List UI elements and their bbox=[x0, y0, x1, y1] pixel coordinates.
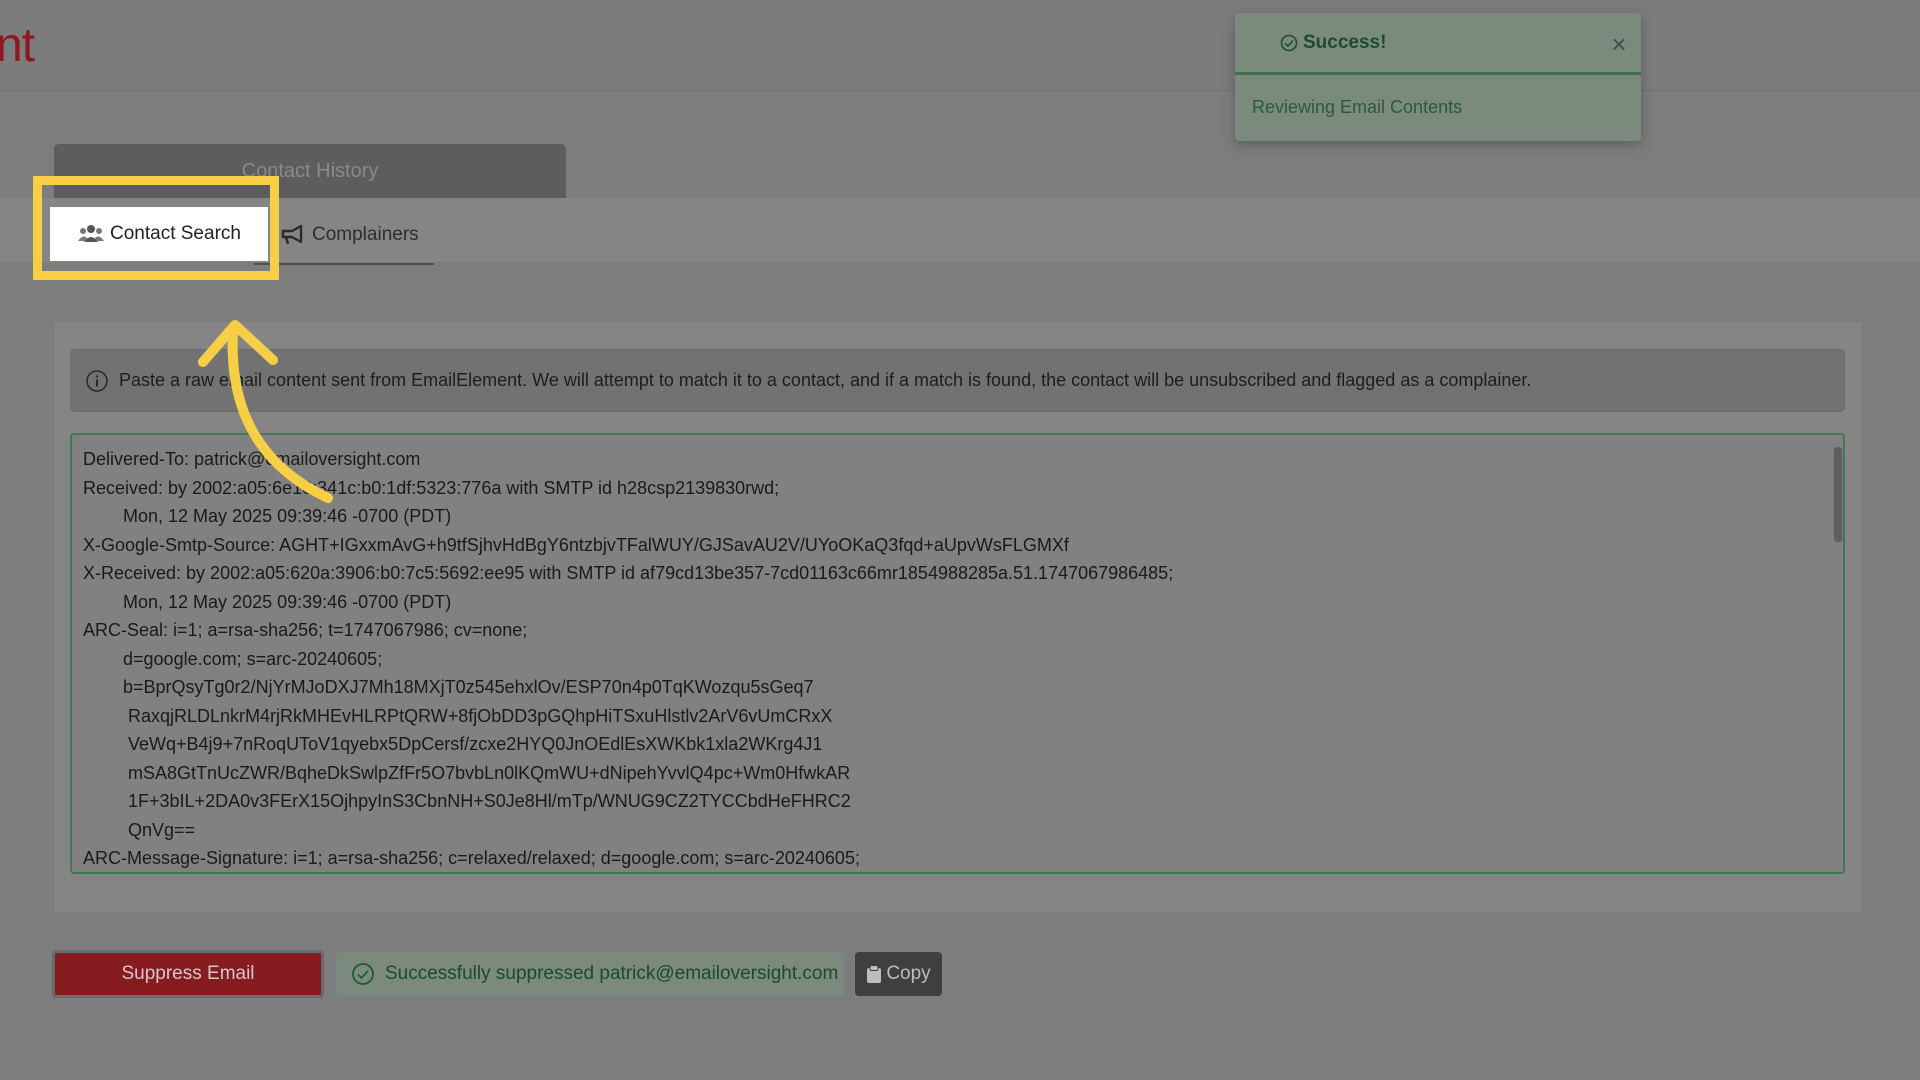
toast-header: Success! bbox=[1235, 13, 1641, 75]
info-alert: Paste a raw email content sent from Emai… bbox=[70, 349, 1845, 412]
success-message-text: Successfully suppressed patrick@emailove… bbox=[385, 963, 839, 984]
tutorial-highlight-box bbox=[33, 176, 279, 280]
raw-email-line: ARC-Seal: i=1; a=rsa-sha256; t=174706798… bbox=[83, 620, 528, 640]
raw-email-line: 1F+3bIL+2DA0v3FErX15OjhpyInS3CbnNH+S0Je8… bbox=[83, 791, 851, 811]
raw-email-line: Mon, 12 May 2025 09:39:46 -0700 (PDT) bbox=[83, 506, 452, 526]
textarea-scrollbar[interactable] bbox=[1834, 447, 1842, 542]
info-icon bbox=[86, 369, 108, 392]
toast-message: Reviewing Email Contents bbox=[1252, 97, 1463, 117]
raw-email-line: QnVg== bbox=[83, 819, 196, 840]
raw-email-line: X-Google-Smtp-Source: AGHT+IGxxmAvG+h9tf… bbox=[83, 534, 1069, 555]
raw-email-line: Received: by 2002:a05:6e18:341c:b0:1df:5… bbox=[83, 477, 780, 498]
tab-complainers[interactable]: Complainers bbox=[254, 207, 434, 265]
raw-email-line: d=google.com; s=arc-20240605; bbox=[83, 648, 383, 669]
success-message: Successfully suppressed patrick@emailove… bbox=[336, 952, 844, 996]
raw-email-textarea[interactable]: Delivered-To: patrick@emailoversight.com… bbox=[70, 433, 1845, 874]
info-alert-text: Paste a raw email content sent from Emai… bbox=[119, 370, 1532, 390]
raw-email-line: RaxqjRLDLnkrM4rjRkMHEvHLRPtQRW+8fjObDD3p… bbox=[83, 705, 833, 726]
check-circle-icon bbox=[1280, 34, 1298, 51]
brand-logo: nt bbox=[0, 19, 35, 72]
close-icon[interactable]: × bbox=[1606, 31, 1632, 57]
suppress-email-button[interactable]: Suppress Email bbox=[52, 950, 324, 998]
raw-email-line: VeWq+B4j9+7nRoqUToV1qyebx5DpCersf/zcxe2H… bbox=[83, 734, 823, 754]
megaphone-icon bbox=[281, 224, 303, 245]
raw-email-line: X-Received: by 2002:a05:620a:3906:b0:7c5… bbox=[83, 563, 1174, 583]
copy-button-label: Copy bbox=[886, 963, 931, 984]
copy-button[interactable]: Copy bbox=[855, 952, 942, 996]
toast-title: Success! bbox=[1303, 31, 1387, 53]
raw-email-line: Mon, 12 May 2025 09:39:46 -0700 (PDT) bbox=[83, 591, 452, 612]
raw-email-line: mSA8GtTnUcZWR/BqheDkSwlpZfFr5O7bvbLn0lKQ… bbox=[83, 762, 851, 783]
raw-email-line: b=BprQsyTg0r2/NjYrMJoDXJ7Mh18MXjT0z545eh… bbox=[83, 677, 814, 697]
raw-email-line: ARC-Message-Signature: i=1; a=rsa-sha256… bbox=[83, 848, 860, 868]
clipboard-icon bbox=[867, 965, 882, 983]
check-circle-icon bbox=[352, 963, 374, 985]
tab-complainers-label: Complainers bbox=[312, 224, 419, 245]
success-toast: Success! × Reviewing Email Contents bbox=[1235, 13, 1641, 141]
raw-email-line: Delivered-To: patrick@emailoversight.com bbox=[83, 449, 421, 469]
